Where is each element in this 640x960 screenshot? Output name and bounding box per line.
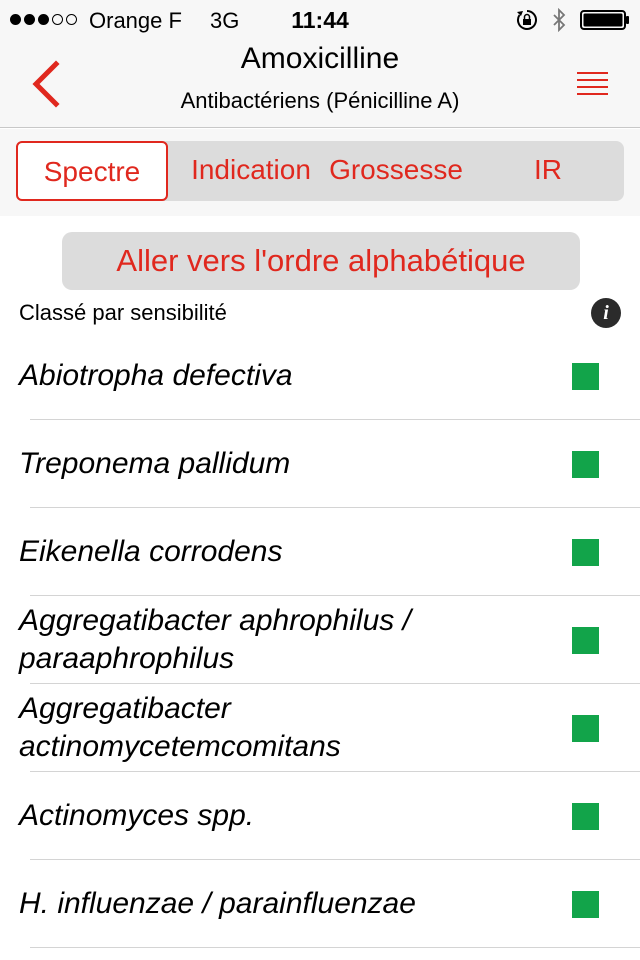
sensitivity-indicator <box>572 539 599 566</box>
sensitivity-indicator <box>572 363 599 390</box>
sensitivity-indicator <box>572 627 599 654</box>
tab-grossesse[interactable]: Grossesse <box>322 141 470 201</box>
tab-indication[interactable]: Indication <box>176 141 326 201</box>
segment-area: Spectre Indication Grossesse IR <box>0 129 640 216</box>
tab-ir[interactable]: IR <box>498 141 598 201</box>
organism-list: Abiotropha defectiva Treponema pallidum … <box>0 332 640 948</box>
bluetooth-icon <box>553 8 566 32</box>
list-item[interactable]: H. influenzae / parainfluenzae <box>0 860 640 948</box>
list-item[interactable]: Abiotropha defectiva <box>0 332 640 420</box>
sensitivity-indicator <box>572 891 599 918</box>
list-item[interactable]: Eikenella corrodens <box>0 508 640 596</box>
sensitivity-indicator <box>572 451 599 478</box>
drug-class-subtitle: Antibactériens (Pénicilline A) <box>180 88 460 113</box>
menu-lines-icon <box>577 72 608 95</box>
drug-title: Amoxicilline <box>240 42 400 75</box>
list-item[interactable]: Aggregatibacter aphrophilus / paraaphrop… <box>0 596 640 684</box>
organism-name: Eikenella corrodens <box>19 535 283 568</box>
organism-name: Actinomyces spp. <box>19 799 255 832</box>
organism-name: Aggregatibacter actinomycetemcomitans <box>19 692 341 763</box>
organism-name: H. influenzae / parainfluenzae <box>19 887 416 920</box>
tab-spectre[interactable]: Spectre <box>16 141 168 201</box>
list-item[interactable]: Treponema pallidum <box>0 420 640 508</box>
navigation-header: Amoxicilline Antibactériens (Pénicilline… <box>0 40 640 128</box>
tab-bar: Spectre Indication Grossesse IR <box>16 141 624 201</box>
list-item[interactable]: Aggregatibacter actinomycetemcomitans <box>0 684 640 772</box>
alphabetical-order-button[interactable]: Aller vers l'ordre alphabétique <box>62 232 580 290</box>
status-time: 11:44 <box>291 7 349 33</box>
status-bar: Orange F 3G 11:44 <box>0 0 640 40</box>
organism-name: Aggregatibacter aphrophilus / paraaphrop… <box>19 604 411 675</box>
organism-name: Treponema pallidum <box>19 447 291 480</box>
rotation-lock-icon <box>517 10 537 30</box>
sensitivity-indicator <box>572 715 599 742</box>
info-icon[interactable]: i <box>591 298 621 328</box>
organism-name: Abiotropha defectiva <box>19 359 293 392</box>
sensitivity-indicator <box>572 803 599 830</box>
sort-label: Classé par sensibilité <box>19 300 227 325</box>
menu-button[interactable] <box>570 68 614 100</box>
list-item[interactable]: Actinomyces spp. <box>0 772 640 860</box>
battery-icon <box>580 10 629 30</box>
